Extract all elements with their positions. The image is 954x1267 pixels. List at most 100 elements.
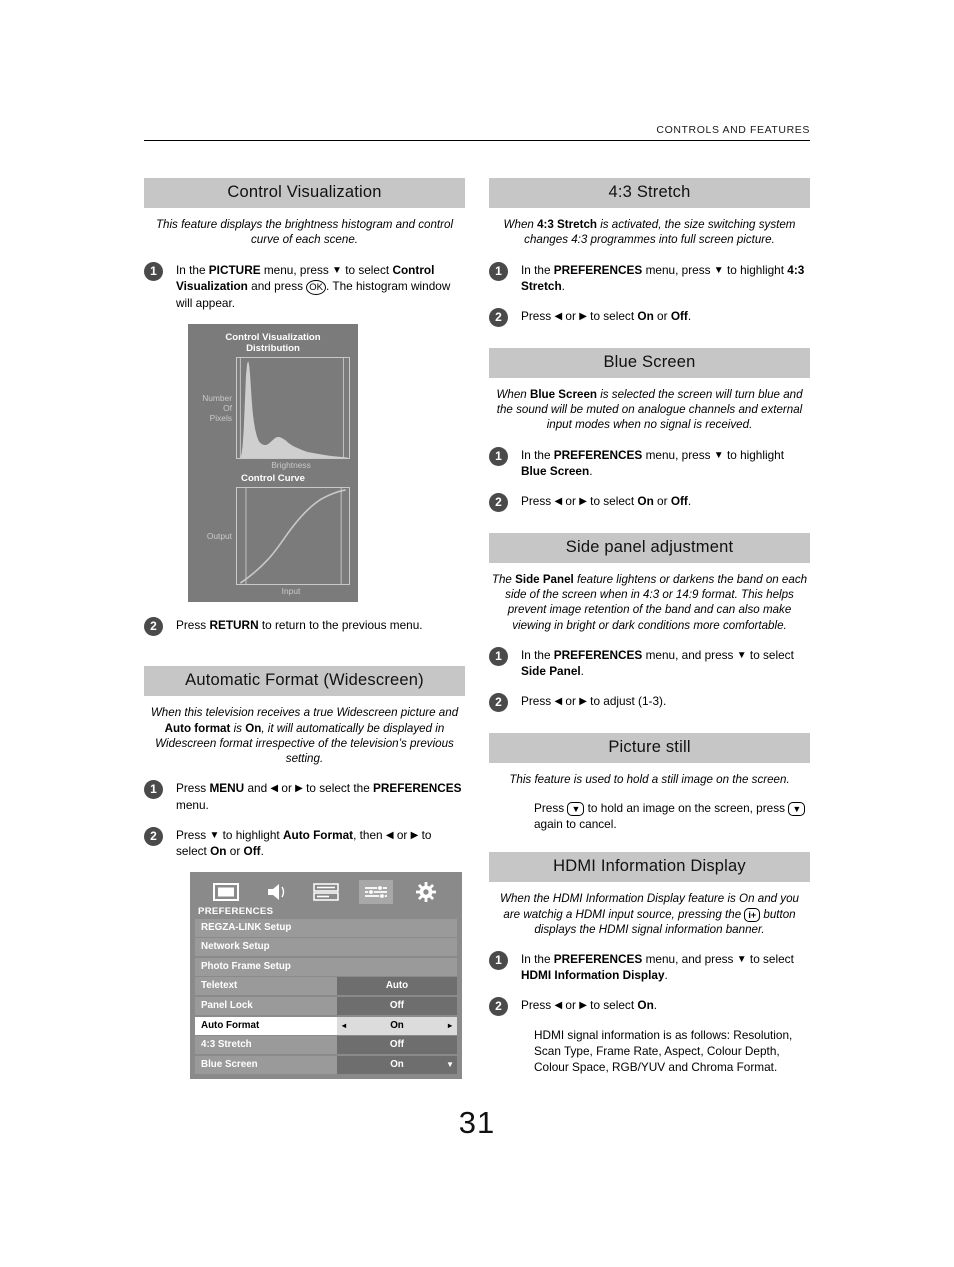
setup-icon[interactable] <box>309 880 343 904</box>
step-number: 1 <box>489 446 508 466</box>
sound-icon[interactable] <box>259 880 293 904</box>
step-43-1: 1 In the PREFERENCES menu, press ▼ to hi… <box>489 261 810 294</box>
step-text: Press ◀ or ▶ to adjust (1-3). <box>521 692 666 709</box>
text-bold: MENU <box>209 781 245 796</box>
curve-x-axis-label: Input <box>281 586 301 597</box>
osd-row-value[interactable]: Off <box>337 996 457 1015</box>
text-frag: In the <box>521 447 554 462</box>
text-frag: . <box>653 998 658 1013</box>
osd-row-photo-frame-setup[interactable]: Photo Frame Setup <box>195 957 457 976</box>
text-frag: Press <box>521 308 555 323</box>
histogram-area <box>240 361 348 459</box>
text-frag: and press <box>247 278 307 293</box>
osd-row-blue-screen[interactable]: Blue Screen On ▼ <box>195 1055 457 1074</box>
text-frag: Press <box>521 693 555 708</box>
osd-menu-title: PREFERENCES <box>198 905 274 917</box>
histogram-y-axis-label: Number Of Pixels <box>196 393 236 424</box>
text-bold: Off <box>243 843 261 858</box>
picture-icon[interactable] <box>209 880 243 904</box>
osd-row-43-stretch[interactable]: 4:3 Stretch Off <box>195 1036 457 1055</box>
left-arrow-icon: ◀ <box>554 495 563 507</box>
hdmi-signal-info-paragraph: HDMI signal information is as follows: R… <box>534 1028 793 1075</box>
step-text: In the PREFERENCES menu, and press ▼ to … <box>521 646 810 679</box>
text-frag: . <box>687 308 692 323</box>
figure-title: Control Visualization Distribution <box>196 332 350 355</box>
text-frag: Press <box>176 781 210 796</box>
osd-row-network-setup[interactable]: Network Setup <box>195 938 457 957</box>
preferences-icon[interactable] <box>359 879 393 904</box>
gear-icon[interactable] <box>409 880 443 904</box>
left-arrow-icon[interactable]: ◂ <box>342 1017 346 1035</box>
osd-row-value[interactable]: On ▼ <box>337 1055 457 1074</box>
text-bold: Off <box>670 308 688 323</box>
left-arrow-icon: ◀ <box>554 310 563 322</box>
osd-row-value[interactable]: ◂ On ▸ <box>337 1016 457 1035</box>
step-43-2: 2 Press ◀ or ▶ to select On or Off. <box>489 307 810 327</box>
text-frag: Press <box>521 493 555 508</box>
osd-row-teletext[interactable]: Teletext Auto <box>195 977 457 996</box>
osd-row-panel-lock[interactable]: Panel Lock Off <box>195 996 457 1015</box>
text-frag: to select the <box>302 781 374 796</box>
text-bold: PREFERENCES <box>553 262 643 277</box>
step-af-1: 1 Press MENU and ◀ or ▶ to select the PR… <box>144 779 465 812</box>
text-frag: to adjust (1-3). <box>586 693 667 708</box>
text-bold: On <box>245 721 262 735</box>
text-bold: Auto format <box>164 721 231 735</box>
section-intro-blue-screen: When Blue Screen is selected the screen … <box>489 387 810 433</box>
osd-row-regza-link[interactable]: REGZA-LINK Setup <box>195 918 457 937</box>
osd-row-value[interactable]: Off <box>337 1036 457 1055</box>
step-cv-2: 2 Press RETURN to return to the previous… <box>144 616 465 637</box>
text-frag: menu, and press <box>642 647 737 662</box>
osd-row-auto-format[interactable]: Auto Format ◂ On ▸ <box>195 1016 457 1035</box>
text-bold: RETURN <box>209 618 259 633</box>
text-frag: or <box>278 781 296 796</box>
osd-row-value[interactable]: Auto <box>337 977 457 996</box>
control-curve-plot <box>236 487 350 586</box>
down-arrow-key-icon: ▼ <box>567 802 585 817</box>
content-columns: Control Visualization This feature displ… <box>144 178 810 1087</box>
text-frag: menu, and press <box>642 952 737 967</box>
preferences-icon-svg <box>365 884 387 899</box>
text-frag: to select <box>586 308 638 323</box>
osd-row-label: Photo Frame Setup <box>195 957 457 976</box>
step-number: 1 <box>489 646 508 666</box>
text-frag: or <box>226 843 244 858</box>
left-arrow-icon: ◀ <box>554 1000 563 1012</box>
text-bold: HDMI Information Display <box>521 968 665 983</box>
text-frag: Press <box>176 827 210 842</box>
text-frag: to select <box>746 952 794 967</box>
step-text: Press MENU and ◀ or ▶ to select the PREF… <box>176 779 465 812</box>
text-frag: to select <box>341 262 393 277</box>
down-arrow-icon: ▼ <box>736 954 747 966</box>
gear-icon-svg <box>416 881 436 902</box>
step-cv-1: 1 In the PICTURE menu, press ▼ to select… <box>144 261 465 311</box>
text-frag: . <box>664 968 668 983</box>
text-bold: Off <box>670 493 688 508</box>
text-frag: menu, press <box>642 447 714 462</box>
osd-row-label: Blue Screen <box>195 1055 337 1074</box>
text-frag: or <box>562 693 580 708</box>
text-frag: Press <box>534 801 568 816</box>
text-bold: 4:3 Stretch <box>537 218 597 231</box>
text-frag: In the <box>521 262 554 277</box>
text-bold: Blue Screen <box>521 463 590 478</box>
header-rule <box>144 140 810 141</box>
left-column: Control Visualization This feature displ… <box>144 178 465 1087</box>
text-frag: or <box>393 827 411 842</box>
section-intro-automatic-format: When this television receives a true Wid… <box>144 705 465 766</box>
step-hdmi-2: 2 Press ◀ or ▶ to select On. <box>489 996 810 1017</box>
picture-icon-svg <box>213 882 239 901</box>
text-frag: to return to the previous menu. <box>258 618 423 633</box>
section-intro-control-visualization: This feature displays the brightness his… <box>155 218 454 247</box>
scroll-down-arrow-icon[interactable]: ▼ <box>446 1056 454 1074</box>
text-frag: again to cancel. <box>534 817 617 832</box>
step-text: Press ▼ to highlight Auto Format, then ◀… <box>176 826 465 859</box>
text-frag: to select <box>746 647 794 662</box>
left-arrow-icon: ◀ <box>270 783 279 795</box>
section-intro-side-panel: The Side Panel feature lightens or darke… <box>489 572 810 633</box>
ok-key-icon: OK <box>306 279 327 295</box>
right-arrow-icon[interactable]: ▸ <box>448 1017 452 1035</box>
text-frag: to highlight <box>723 262 788 277</box>
down-arrow-icon: ▼ <box>736 649 747 661</box>
text-frag: is <box>230 721 246 735</box>
